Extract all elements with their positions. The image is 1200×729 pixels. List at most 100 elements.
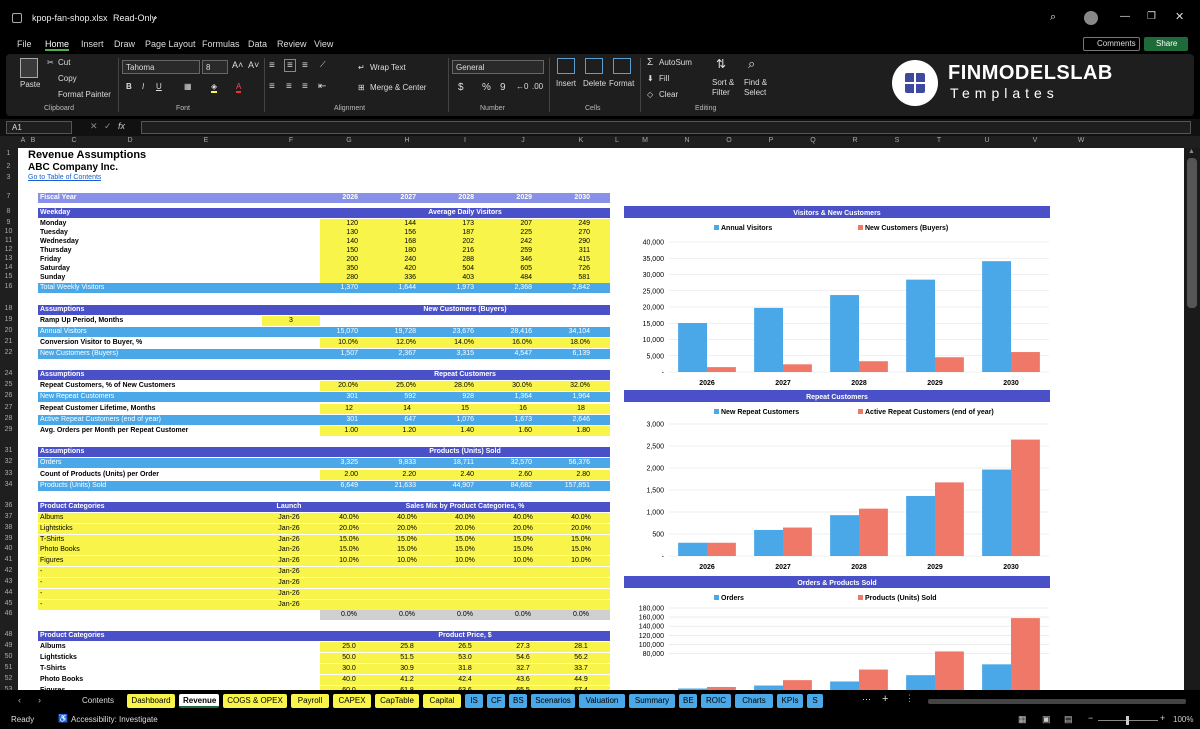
input-cell[interactable]: 484 [494, 273, 552, 283]
format-painter-button[interactable]: Format Painter [58, 90, 111, 99]
row-label[interactable]: Ramp Up Period, Months [38, 316, 258, 326]
input-cell[interactable]: 14 [378, 404, 436, 414]
calc-cell[interactable]: 34,104 [552, 327, 610, 337]
column-header[interactable]: L [610, 137, 624, 144]
tab-capital[interactable]: Capital [423, 694, 461, 708]
input-cell[interactable]: 20.0% [378, 524, 436, 534]
row-header[interactable]: 52 [0, 675, 17, 682]
input-cell[interactable]: 56.2 [552, 653, 610, 663]
column-header[interactable]: C [38, 137, 110, 144]
calc-cell[interactable]: 9,833 [378, 458, 436, 468]
input-cell[interactable]: 1.60 [494, 426, 552, 436]
section-header[interactable] [258, 631, 320, 641]
input-cell[interactable]: 40.0% [552, 513, 610, 523]
row-label[interactable]: Products (Units) Sold [38, 481, 320, 491]
tab-valuation[interactable]: Valuation [579, 694, 625, 708]
input-cell[interactable] [436, 578, 494, 588]
row-header[interactable]: 46 [0, 610, 17, 617]
launch-cell[interactable]: Jan-26 [258, 524, 320, 534]
chevron-down-icon[interactable]: ⌄ [152, 12, 159, 21]
input-cell[interactable]: 14.0% [436, 338, 494, 348]
fill-color-icon[interactable]: ◈ [211, 82, 218, 93]
input-cell[interactable] [320, 600, 378, 610]
section-header[interactable]: Assumptions [38, 370, 258, 380]
row-header[interactable]: 10 [0, 228, 17, 235]
category-cell[interactable]: Lightsticks [38, 524, 258, 534]
calc-cell[interactable]: 2,646 [552, 415, 610, 425]
row-header[interactable]: 21 [0, 338, 17, 345]
zoom-level[interactable]: 100% [1173, 715, 1193, 724]
fiscal-year-cell[interactable]: 2030 [552, 193, 610, 203]
calc-cell[interactable]: 6,649 [320, 481, 378, 491]
menu-insert[interactable]: Insert [81, 39, 104, 49]
font-size-select[interactable]: 8 [202, 60, 228, 74]
calc-cell[interactable]: 1,364 [494, 392, 552, 402]
row-header[interactable]: 1 [0, 150, 17, 157]
more-options-icon[interactable]: ⋮ [905, 693, 914, 704]
bold-icon[interactable]: B [126, 82, 132, 91]
shrink-font-icon[interactable]: A˅ [248, 60, 259, 70]
currency-icon[interactable]: $ [458, 82, 464, 93]
input-cell[interactable] [552, 600, 610, 610]
section-header[interactable]: Product Categories [38, 631, 258, 641]
calc-cell[interactable]: 84,682 [494, 481, 552, 491]
column-header[interactable]: D [110, 137, 150, 144]
calc-cell[interactable]: 157,851 [552, 481, 610, 491]
comma-icon[interactable]: 9 [500, 82, 506, 93]
input-cell[interactable]: 28.0% [436, 381, 494, 391]
calc-cell[interactable]: 301 [320, 392, 378, 402]
row-label[interactable]: Count of Products (Units) per Order [38, 470, 258, 480]
input-cell[interactable]: 41.2 [378, 675, 436, 685]
section-subheader[interactable]: Sales Mix by Product Categories, % [320, 502, 610, 512]
row-header[interactable]: 15 [0, 273, 17, 280]
calc-cell[interactable]: 1,673 [494, 415, 552, 425]
tab-bs[interactable]: BS [509, 694, 527, 708]
row-header[interactable]: 18 [0, 305, 17, 312]
section-header[interactable]: Assumptions [38, 447, 258, 457]
input-cell[interactable]: 12.0% [378, 338, 436, 348]
input-cell[interactable]: 280 [320, 273, 378, 283]
section-subheader[interactable]: New Customers (Buyers) [320, 305, 610, 315]
input-cell[interactable] [320, 567, 378, 577]
row-header[interactable]: 50 [0, 653, 17, 660]
align-bottom-icon[interactable]: ≡ [302, 60, 308, 71]
input-cell[interactable]: 42.4 [436, 675, 494, 685]
tab-dashboard[interactable]: Dashboard [127, 694, 175, 708]
page-break-icon[interactable]: ▤ [1064, 714, 1073, 725]
calc-cell[interactable]: 1,964 [552, 392, 610, 402]
input-cell[interactable] [378, 600, 436, 610]
calc-cell[interactable]: 928 [436, 392, 494, 402]
sort-filter-icon[interactable]: ⇅ [716, 57, 726, 71]
formula-input[interactable] [141, 121, 1191, 134]
category-cell[interactable]: Albums [38, 513, 258, 523]
row-header[interactable]: 40 [0, 545, 17, 552]
row-header[interactable]: 32 [0, 458, 17, 465]
tab-next-icon[interactable]: › [38, 695, 41, 705]
row-header[interactable]: 29 [0, 426, 17, 433]
insert-button[interactable]: Insert [556, 79, 576, 88]
input-cell[interactable]: 581 [552, 273, 610, 283]
normal-view-icon[interactable]: ▦ [1018, 714, 1027, 725]
number-format-select[interactable]: General [452, 60, 544, 74]
column-header[interactable]: P [750, 137, 792, 144]
row-header[interactable]: 26 [0, 392, 17, 399]
total-row-label[interactable]: Total Weekly Visitors [38, 283, 320, 293]
percent-icon[interactable]: % [482, 82, 491, 93]
row-header[interactable]: 42 [0, 567, 17, 574]
paste-button[interactable]: Paste [20, 80, 40, 89]
column-header[interactable]: E [150, 137, 262, 144]
cancel-icon[interactable]: ✕ [90, 121, 98, 132]
input-cell[interactable] [552, 578, 610, 588]
input-cell[interactable]: 27.3 [494, 642, 552, 652]
input-cell[interactable]: 30.9 [378, 664, 436, 674]
input-cell[interactable]: 15.0% [378, 545, 436, 555]
input-cell[interactable]: 10.0% [436, 556, 494, 566]
category-cell[interactable]: Photo Books [38, 545, 258, 555]
row-header[interactable]: 37 [0, 513, 17, 520]
input-cell[interactable]: 20.0% [320, 381, 378, 391]
cut-button[interactable]: Cut [58, 58, 70, 67]
more-tabs-icon[interactable]: ⋯ [862, 694, 871, 705]
section-header[interactable]: Launch [258, 502, 320, 512]
fill-icon[interactable]: ⬇ [647, 74, 654, 83]
menu-view[interactable]: View [314, 39, 333, 49]
